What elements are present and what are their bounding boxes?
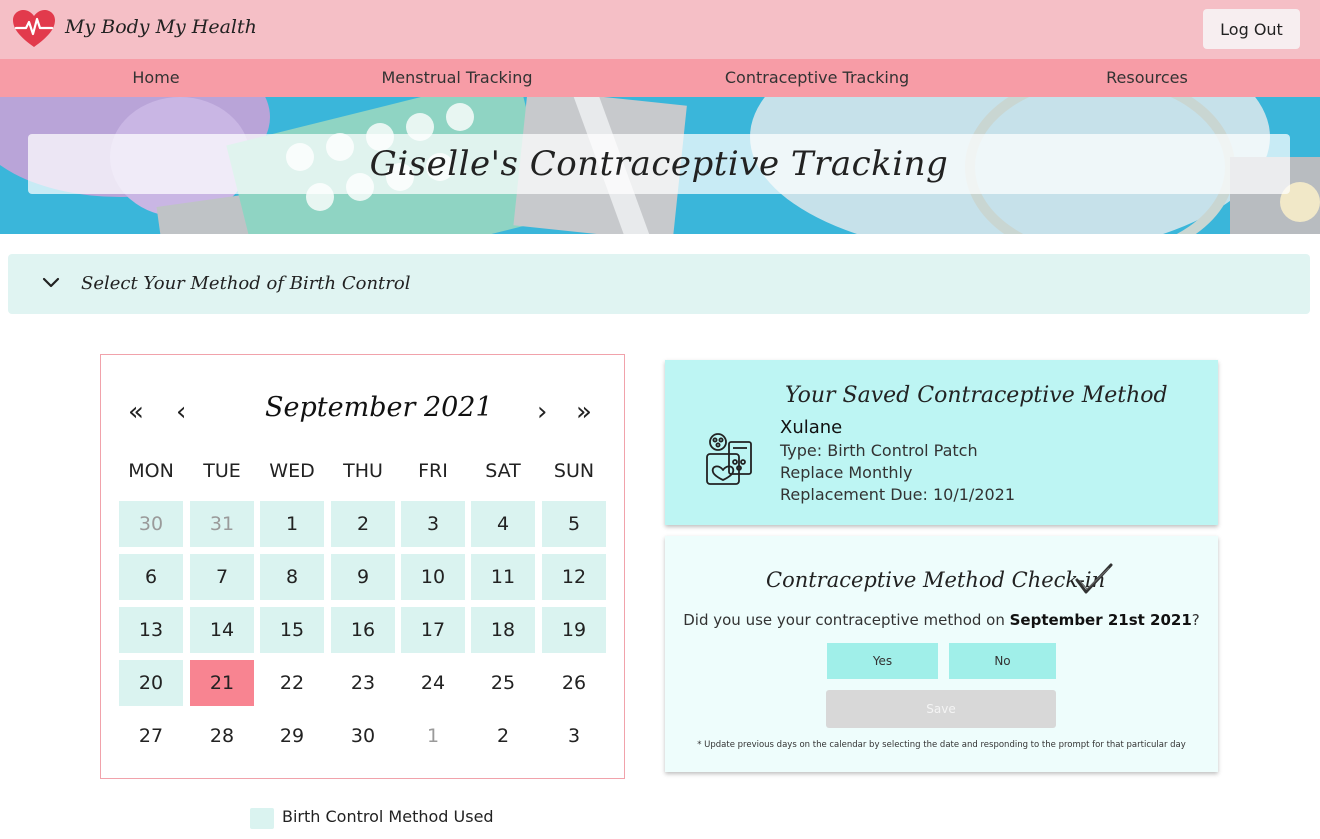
checkin-question-suffix: ? (1191, 611, 1200, 629)
method-selector-accordion[interactable]: Select Your Method of Birth Control (8, 254, 1310, 314)
birth-control-patch-icon (706, 433, 752, 485)
calendar-day[interactable]: 4 (471, 501, 535, 547)
top-bar: My Body My Health Log Out (0, 0, 1320, 59)
checkin-question: Did you use your contraceptive method on… (665, 611, 1218, 629)
calendar-day[interactable]: 24 (401, 660, 465, 706)
calendar-day[interactable]: 23 (331, 660, 395, 706)
next-year-button[interactable]: » (576, 397, 592, 427)
legend-swatch (250, 808, 274, 829)
calendar-day[interactable]: 1 (401, 713, 465, 759)
calendar-day[interactable]: 6 (119, 554, 183, 600)
brand-name[interactable]: My Body My Health (65, 16, 257, 38)
calendar-day[interactable]: 30 (331, 713, 395, 759)
heart-pulse-icon[interactable] (12, 9, 56, 49)
prev-year-button[interactable]: « (128, 397, 144, 427)
nav-item-menstrual-tracking[interactable]: Menstrual Tracking (381, 68, 532, 87)
main-nav: Home Menstrual Tracking Contraceptive Tr… (0, 59, 1320, 97)
calendar-day[interactable]: 7 (190, 554, 254, 600)
next-month-button[interactable]: › (537, 397, 547, 427)
hero-title-box: Giselle's Contraceptive Tracking (28, 134, 1290, 194)
no-button[interactable]: No (949, 643, 1056, 679)
calendar-day[interactable]: 9 (331, 554, 395, 600)
calendar-day[interactable]: 8 (260, 554, 324, 600)
calendar-day[interactable]: 3 (401, 501, 465, 547)
calendar-day[interactable]: 28 (190, 713, 254, 759)
calendar-day[interactable]: 30 (119, 501, 183, 547)
calendar-day[interactable]: 13 (119, 607, 183, 653)
calendar-day[interactable]: 5 (542, 501, 606, 547)
weekday-header: WED (269, 460, 315, 482)
nav-item-home[interactable]: Home (132, 68, 179, 87)
calendar-day[interactable]: 27 (119, 713, 183, 759)
calendar-day[interactable]: 2 (331, 501, 395, 547)
method-replacement-due: Replacement Due: 10/1/2021 (780, 485, 1016, 504)
calendar-day[interactable]: 3 (542, 713, 606, 759)
calendar-day[interactable]: 26 (542, 660, 606, 706)
nav-item-contraceptive-tracking[interactable]: Contraceptive Tracking (725, 68, 909, 87)
calendar-day[interactable]: 2 (471, 713, 535, 759)
weekday-header: SUN (553, 460, 595, 482)
weekday-header: SAT (485, 460, 521, 482)
checkin-question-date: September 21st 2021 (1009, 611, 1192, 629)
calendar-day[interactable]: 16 (331, 607, 395, 653)
calendar-day[interactable]: 29 (260, 713, 324, 759)
calendar-day-selected[interactable]: 21 (190, 660, 254, 706)
calendar-day[interactable]: 11 (471, 554, 535, 600)
calendar-month-label: September 2021 (265, 392, 493, 423)
calendar-day[interactable]: 10 (401, 554, 465, 600)
yes-button[interactable]: Yes (827, 643, 938, 679)
calendar-day[interactable]: 20 (119, 660, 183, 706)
chevron-down-icon[interactable] (42, 276, 60, 290)
nav-item-resources[interactable]: Resources (1106, 68, 1188, 87)
weekday-header: MON (128, 460, 174, 482)
method-selector-label[interactable]: Select Your Method of Birth Control (81, 273, 410, 294)
method-name: Xulane (780, 417, 843, 438)
save-button[interactable]: Save (826, 690, 1056, 728)
hero-banner: Giselle's Contraceptive Tracking (0, 97, 1320, 234)
checkmark-icon (1075, 563, 1113, 594)
calendar-day[interactable]: 14 (190, 607, 254, 653)
weekday-header: TUE (203, 460, 241, 482)
calendar-day[interactable]: 22 (260, 660, 324, 706)
calendar-day[interactable]: 19 (542, 607, 606, 653)
method-type: Type: Birth Control Patch (780, 441, 978, 460)
weekday-header: THU (343, 460, 383, 482)
calendar-day[interactable]: 15 (260, 607, 324, 653)
calendar-day[interactable]: 12 (542, 554, 606, 600)
calendar-day[interactable]: 1 (260, 501, 324, 547)
legend-label: Birth Control Method Used (282, 807, 494, 826)
checkin-question-prefix: Did you use your contraceptive method on (683, 611, 1010, 629)
calendar-day[interactable]: 17 (401, 607, 465, 653)
prev-month-button[interactable]: ‹ (176, 397, 186, 427)
calendar-day[interactable]: 18 (471, 607, 535, 653)
checkin-title: Contraceptive Method Check-in (766, 568, 1106, 592)
saved-method-title: Your Saved Contraceptive Method (785, 383, 1168, 408)
calendar-day[interactable]: 25 (471, 660, 535, 706)
weekday-header: FRI (418, 460, 448, 482)
method-frequency: Replace Monthly (780, 463, 913, 482)
calendar-day[interactable]: 31 (190, 501, 254, 547)
checkin-footnote: * Update previous days on the calendar b… (697, 740, 1186, 750)
logout-button[interactable]: Log Out (1203, 9, 1300, 49)
page-title: Giselle's Contraceptive Tracking (369, 144, 949, 184)
